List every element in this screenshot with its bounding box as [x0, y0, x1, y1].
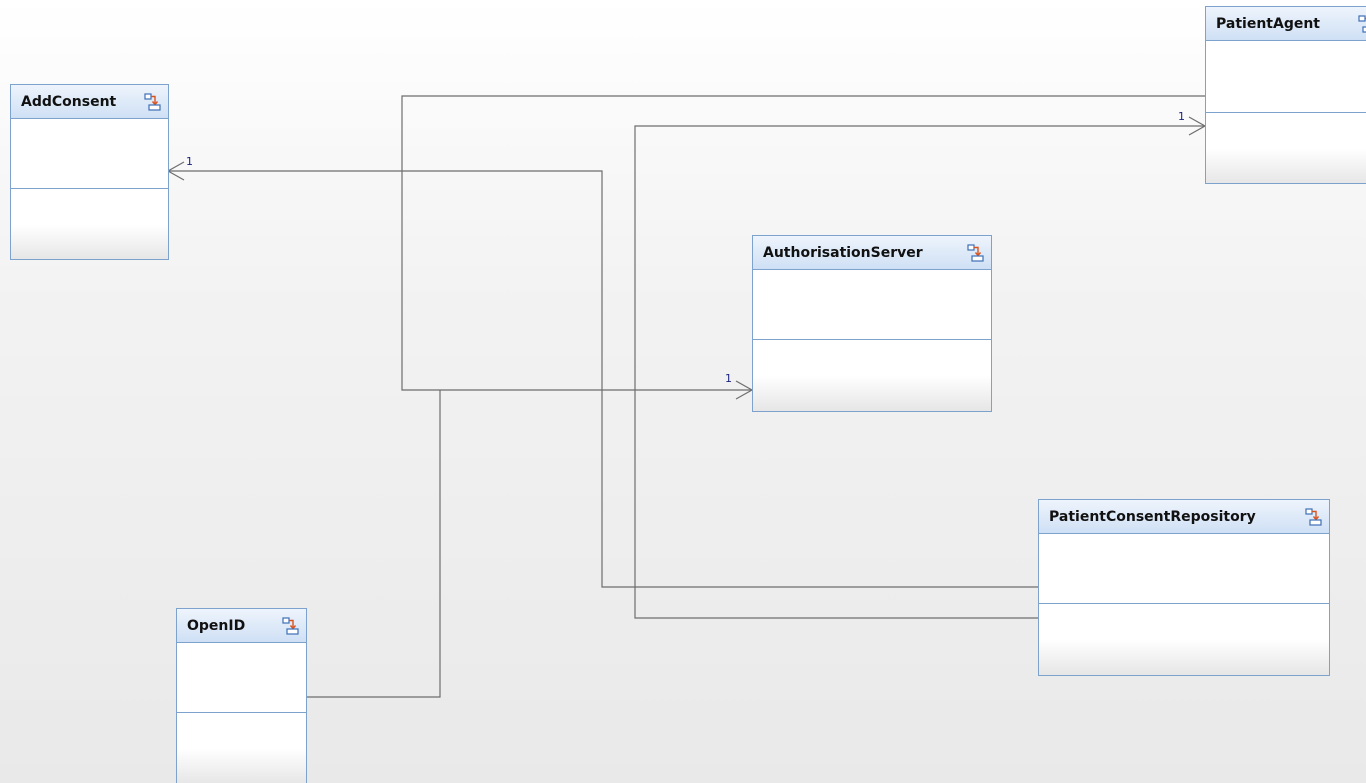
multiplicity-addconsent: 1: [186, 155, 193, 168]
class-attributes-patientconsentrepository: [1039, 534, 1329, 604]
class-header-addconsent[interactable]: AddConsent: [11, 85, 168, 119]
class-operations-authorisationserver: [753, 340, 991, 411]
class-name-authorisationserver: AuthorisationServer: [763, 245, 923, 261]
class-operations-patientconsentrepository: [1039, 604, 1329, 675]
class-icon: [1305, 508, 1322, 526]
class-patientconsentrepository[interactable]: PatientConsentRepository: [1038, 499, 1330, 676]
class-name-addconsent: AddConsent: [21, 94, 117, 110]
class-name-openid: OpenID: [187, 618, 246, 634]
class-attributes-patientagent: [1206, 41, 1366, 113]
class-icon: [967, 244, 984, 262]
class-icon: [144, 93, 161, 111]
class-header-patientconsentrepository[interactable]: PatientConsentRepository: [1039, 500, 1329, 534]
class-operations-patientagent: [1206, 113, 1366, 183]
class-header-openid[interactable]: OpenID: [177, 609, 306, 643]
class-operations-addconsent: [11, 189, 168, 259]
class-authorisationserver[interactable]: AuthorisationServer: [752, 235, 992, 412]
class-attributes-openid: [177, 643, 306, 713]
class-name-patientconsentrepository: PatientConsentRepository: [1049, 509, 1256, 525]
class-attributes-authorisationserver: [753, 270, 991, 340]
class-operations-openid: [177, 713, 306, 783]
multiplicity-patientagent: 1: [1178, 110, 1185, 123]
class-icon: [1358, 15, 1366, 33]
multiplicity-authorisationserver: 1: [725, 372, 732, 385]
class-addconsent[interactable]: AddConsent: [10, 84, 169, 260]
class-header-authorisationserver[interactable]: AuthorisationServer: [753, 236, 991, 270]
class-name-patientagent: PatientAgent: [1216, 16, 1320, 32]
class-header-patientagent[interactable]: PatientAgent: [1206, 7, 1366, 41]
class-attributes-addconsent: [11, 119, 168, 189]
class-patientagent[interactable]: PatientAgent: [1205, 6, 1366, 184]
class-icon: [282, 617, 299, 635]
class-openid[interactable]: OpenID: [176, 608, 307, 783]
connector-openid-authorisationserver[interactable]: [307, 390, 441, 698]
